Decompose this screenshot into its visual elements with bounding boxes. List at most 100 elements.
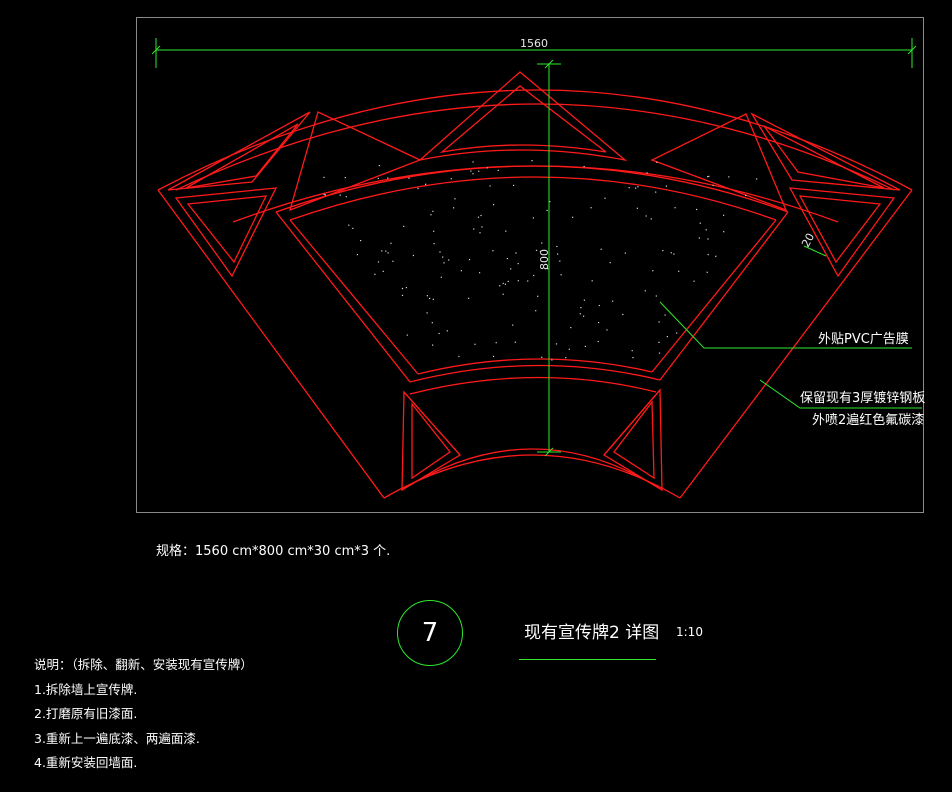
film-dot	[541, 242, 543, 244]
film-dot	[474, 343, 476, 345]
film-dot	[345, 196, 347, 198]
film-dot	[507, 280, 509, 282]
film-dot	[745, 194, 747, 197]
film-dot	[712, 184, 714, 186]
film-dot	[406, 334, 408, 336]
film-dot	[565, 357, 567, 359]
film-dot	[637, 186, 639, 188]
film-dot	[323, 193, 325, 195]
film-dot	[517, 263, 519, 265]
panel-top-arc	[275, 165, 789, 213]
film-dot	[698, 237, 700, 239]
film-dot	[527, 280, 529, 282]
film-dot	[405, 287, 407, 289]
note-item-1: 1.拆除墙上宣传牌.	[34, 681, 138, 697]
film-dot	[656, 161, 658, 163]
film-dot	[560, 274, 562, 276]
notes-heading: 说明：（拆除、翻新、安装现有宣传牌）	[34, 657, 253, 672]
film-dot	[480, 214, 482, 217]
film-dot	[408, 177, 410, 179]
film-dot	[512, 324, 514, 326]
spec-text: 规格：1560 cm*800 cm*30 cm*3 个.	[156, 544, 391, 559]
film-dot	[492, 355, 495, 357]
film-dot	[348, 224, 350, 226]
film-dot	[453, 207, 455, 209]
film-dot	[535, 310, 537, 312]
pvc-callout: 外贴PVC广告膜	[818, 332, 909, 347]
film-dot	[510, 268, 512, 270]
film-dot	[479, 232, 481, 234]
film-dot	[430, 214, 432, 216]
film-dot	[584, 345, 586, 347]
film-dot	[432, 210, 434, 212]
film-dot	[655, 295, 657, 297]
film-dot	[612, 300, 614, 302]
film-dot	[432, 344, 434, 346]
film-dot	[450, 178, 452, 180]
film-dot	[385, 250, 387, 252]
film-dot	[756, 178, 758, 180]
top-triangle	[417, 71, 628, 162]
film-dot	[652, 270, 654, 272]
film-dot	[374, 273, 376, 275]
film-dot	[622, 313, 624, 316]
film-dot	[644, 290, 646, 292]
film-dot	[670, 252, 672, 254]
film-dot	[551, 359, 553, 361]
note-item-2: 2.打磨原有旧漆面.	[34, 706, 138, 721]
film-dot	[635, 187, 637, 189]
film-dot	[403, 225, 405, 227]
note-item-3: 3.重新上一遍底漆、两遍面漆.	[34, 730, 200, 746]
film-dot	[604, 197, 606, 199]
film-dot	[650, 218, 652, 220]
film-dot	[590, 207, 592, 209]
film-dot	[412, 254, 414, 257]
right-triangle-upper	[750, 112, 901, 191]
film-dot	[631, 350, 633, 352]
outer-bottom-arc	[383, 454, 681, 499]
film-dot	[390, 242, 392, 244]
film-dot	[624, 252, 626, 254]
film-dot	[645, 215, 647, 217]
film-dot	[676, 332, 678, 334]
film-dot	[517, 280, 519, 282]
panel-left-edge	[275, 211, 411, 383]
film-dot	[439, 251, 441, 253]
film-dot	[568, 348, 570, 350]
film-dot	[479, 272, 481, 274]
film-dot	[478, 170, 480, 172]
film-dot	[446, 330, 448, 332]
film-dot	[443, 262, 445, 264]
film-dot	[706, 271, 708, 273]
film-dot	[555, 343, 558, 345]
film-dot	[708, 175, 710, 177]
film-dot	[387, 252, 389, 254]
film-dot	[505, 230, 507, 232]
film-dot	[417, 187, 419, 190]
film-dot	[609, 262, 611, 264]
film-dot	[646, 172, 648, 174]
film-dot	[728, 176, 730, 178]
film-dot	[392, 260, 394, 262]
film-dot	[655, 191, 657, 193]
film-dot	[497, 169, 499, 171]
film-dot	[426, 312, 428, 314]
film-dot	[458, 355, 460, 358]
film-dot	[442, 256, 444, 258]
title-underline	[519, 659, 656, 660]
film-dot	[658, 352, 661, 354]
film-dot	[557, 253, 559, 255]
film-dot	[448, 259, 450, 261]
film-dot	[583, 315, 585, 317]
film-dot	[674, 207, 676, 209]
film-dot	[352, 227, 354, 229]
film-dot	[339, 194, 341, 196]
film-dot	[723, 231, 725, 233]
film-dot	[356, 254, 358, 256]
film-dot	[377, 177, 379, 180]
film-dot	[477, 216, 480, 218]
film-dot	[486, 167, 488, 169]
detail-number-circle: 7	[397, 600, 463, 666]
film-dot	[559, 260, 561, 262]
bottom-left-triangle-inner	[411, 402, 451, 480]
